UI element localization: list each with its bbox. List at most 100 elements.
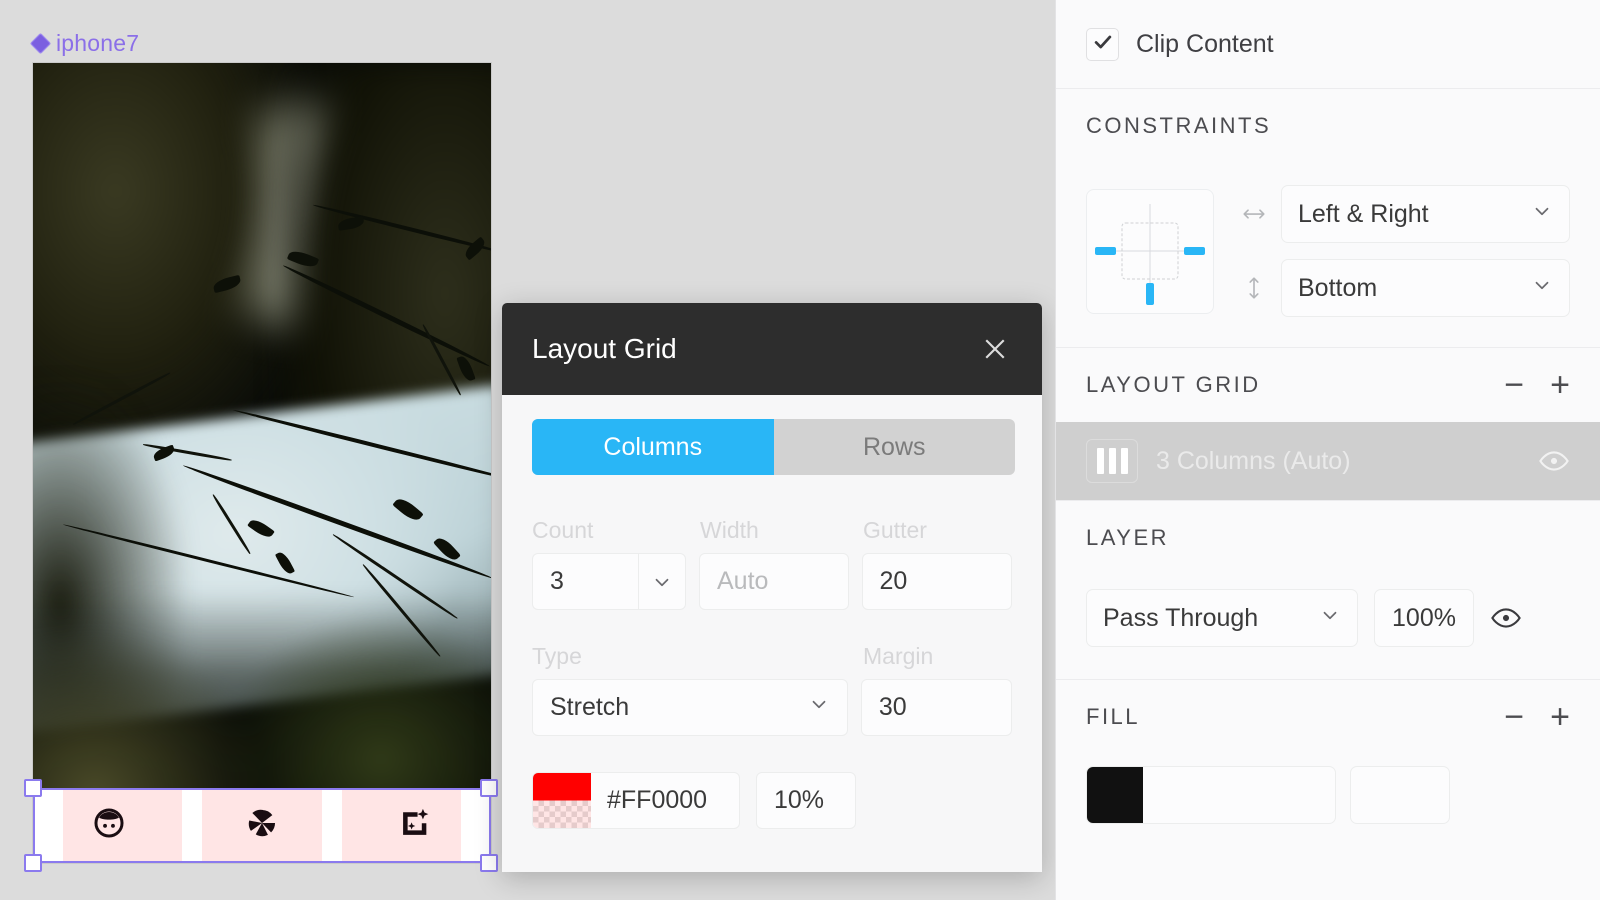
gutter-input[interactable]: 20	[862, 553, 1013, 610]
field-labels-row-1: Count Width Gutter	[532, 517, 1012, 544]
label-margin: Margin	[863, 643, 933, 670]
close-icon[interactable]	[975, 329, 1015, 369]
fill-hex-input[interactable]	[1143, 767, 1335, 823]
artboard-photo	[33, 63, 491, 863]
margin-input[interactable]: 30	[861, 679, 1012, 736]
count-input[interactable]: 3	[532, 553, 638, 610]
constraint-right-handle[interactable]	[1184, 247, 1205, 255]
constraint-picker[interactable]	[1086, 189, 1214, 314]
fill-title: FILL	[1086, 704, 1140, 730]
constraints-section: CONSTRAINTS Le	[1056, 89, 1600, 347]
chevron-down-icon[interactable]	[638, 553, 686, 610]
layer-controls: Pass Through 100%	[1086, 575, 1570, 679]
columns-rows-toggle[interactable]: Columns Rows	[532, 419, 1015, 475]
resize-handle-top-right[interactable]	[480, 779, 498, 797]
person-face-icon	[92, 806, 126, 845]
constraint-left-handle[interactable]	[1095, 247, 1116, 255]
label-width: Width	[700, 517, 863, 544]
constraints-body: Left & Right Bottom	[1086, 163, 1570, 347]
chevron-down-icon	[1319, 604, 1341, 633]
selected-tab-bar[interactable]	[33, 788, 491, 863]
tab-item-effects[interactable]	[338, 806, 491, 845]
layer-section: LAYER Pass Through 100%	[1056, 501, 1600, 679]
count-stepper[interactable]: 3	[532, 553, 686, 610]
layout-grid-item-label: 3 Columns (Auto)	[1156, 447, 1520, 476]
grid-opacity-input[interactable]: 10%	[756, 772, 856, 829]
color-row: #FF0000 10%	[532, 772, 1012, 829]
clip-content-section: Clip Content	[1056, 0, 1600, 88]
vertical-constraint-select[interactable]: Bottom	[1281, 259, 1570, 317]
eye-icon[interactable]	[1490, 602, 1522, 634]
constraint-bounds	[1122, 223, 1179, 280]
app-root: iphone7	[0, 0, 1600, 900]
remove-fill-button[interactable]: −	[1504, 700, 1524, 734]
resize-handle-bottom-left[interactable]	[24, 854, 42, 872]
layer-header: LAYER	[1086, 501, 1570, 575]
layout-grid-dialog[interactable]: Layout Grid Columns Rows Count Width Gut…	[502, 303, 1042, 872]
tab-rows[interactable]: Rows	[774, 419, 1016, 475]
layer-opacity-input[interactable]: 100%	[1374, 589, 1474, 647]
eye-icon[interactable]	[1538, 445, 1570, 477]
fill-opacity-input[interactable]	[1350, 766, 1450, 824]
camera-aperture-icon	[245, 806, 279, 845]
field-labels-row-2: Type Margin	[532, 643, 1012, 670]
type-select[interactable]: Stretch	[532, 679, 848, 736]
artboard-iphone7[interactable]	[33, 63, 491, 863]
chevron-down-icon	[808, 693, 830, 722]
constraint-bottom-handle[interactable]	[1146, 283, 1154, 305]
constraints-header: CONSTRAINTS	[1086, 89, 1570, 163]
properties-sidebar[interactable]: Clip Content CONSTRAINTS	[1055, 0, 1600, 900]
blend-mode-value: Pass Through	[1103, 604, 1258, 633]
add-fill-button[interactable]: +	[1550, 700, 1570, 734]
resize-handle-bottom-right[interactable]	[480, 854, 498, 872]
artboard-name: iphone7	[56, 30, 139, 57]
fill-row	[1086, 754, 1570, 824]
component-diamond-icon	[30, 33, 51, 54]
photo-sparkle-icon	[398, 806, 432, 845]
clip-content-checkbox[interactable]	[1086, 28, 1119, 61]
color-hex-input[interactable]: #FF0000	[591, 773, 739, 828]
label-count: Count	[532, 517, 700, 544]
tab-columns[interactable]: Columns	[532, 419, 774, 475]
vertical-constraint-value: Bottom	[1298, 274, 1377, 303]
layout-grid-section: LAYOUT GRID − +	[1056, 348, 1600, 422]
vertical-arrows-icon	[1240, 275, 1268, 301]
dialog-header: Layout Grid	[502, 303, 1042, 395]
fields-row-1: 3 Auto 20	[532, 553, 1012, 610]
layer-title: LAYER	[1086, 525, 1169, 551]
blend-mode-select[interactable]: Pass Through	[1086, 589, 1358, 647]
color-swatch[interactable]	[533, 773, 591, 828]
fill-color-field[interactable]	[1086, 766, 1336, 824]
horizontal-arrows-icon	[1240, 201, 1268, 227]
vertical-constraint-row: Bottom	[1240, 259, 1570, 317]
constraint-selects: Left & Right Bottom	[1240, 185, 1570, 317]
clip-content-label: Clip Content	[1136, 30, 1274, 59]
dialog-title: Layout Grid	[532, 333, 677, 365]
chevron-down-icon	[1531, 274, 1553, 303]
horizontal-constraint-row: Left & Right	[1240, 185, 1570, 243]
horizontal-constraint-value: Left & Right	[1298, 200, 1429, 229]
constraints-title: CONSTRAINTS	[1086, 113, 1271, 139]
fill-header: FILL − +	[1086, 680, 1570, 754]
add-layout-grid-button[interactable]: +	[1550, 368, 1570, 402]
tab-item-profile[interactable]	[33, 806, 186, 845]
dialog-body: Columns Rows Count Width Gutter 3 Auto 2…	[502, 395, 1042, 829]
grid-color-field[interactable]: #FF0000	[532, 772, 740, 829]
horizontal-constraint-select[interactable]: Left & Right	[1281, 185, 1570, 243]
label-type: Type	[532, 643, 863, 670]
fields-row-2: Stretch 30	[532, 679, 1012, 736]
fill-color-swatch[interactable]	[1087, 767, 1143, 823]
width-input[interactable]: Auto	[699, 553, 849, 610]
resize-handle-top-left[interactable]	[24, 779, 42, 797]
checkmark-icon	[1092, 31, 1114, 58]
chevron-down-icon	[1531, 200, 1553, 229]
artboard-label[interactable]: iphone7	[33, 30, 139, 57]
fill-section: FILL − +	[1056, 680, 1600, 824]
remove-layout-grid-button[interactable]: −	[1504, 368, 1524, 402]
layout-grid-item[interactable]: 3 Columns (Auto)	[1056, 422, 1600, 500]
layout-grid-title: LAYOUT GRID	[1086, 372, 1261, 398]
layout-grid-header: LAYOUT GRID − +	[1086, 348, 1570, 422]
tab-item-camera[interactable]	[186, 806, 339, 845]
clip-content-row[interactable]: Clip Content	[1086, 0, 1570, 88]
label-gutter: Gutter	[863, 517, 927, 544]
